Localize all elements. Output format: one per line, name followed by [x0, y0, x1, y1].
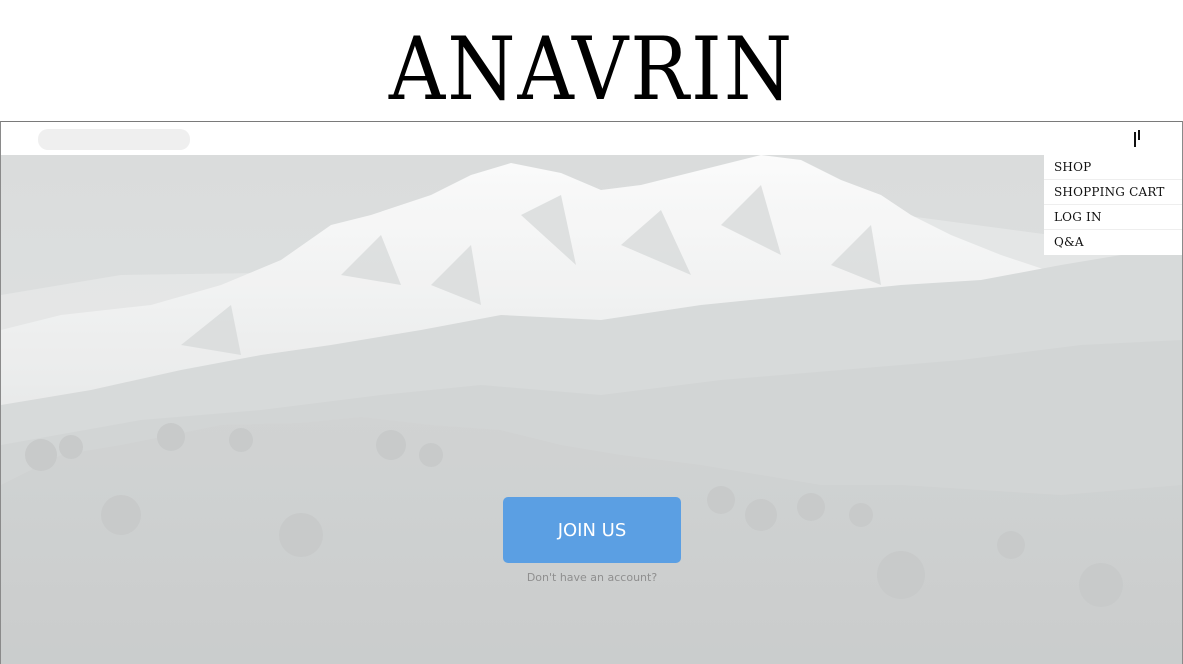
menu-item-log-in[interactable]: LOG IN — [1044, 205, 1182, 230]
search-input[interactable] — [38, 129, 190, 150]
menu-item-qa[interactable]: Q&A — [1044, 230, 1182, 255]
brand-title: ANAVRIN — [388, 19, 795, 120]
hero-image — [1, 155, 1182, 664]
brand-header: ANAVRIN — [0, 0, 1183, 121]
menu-toggle-icon[interactable] — [1131, 127, 1145, 151]
top-bar — [1, 122, 1182, 155]
join-us-button[interactable]: JOIN US — [503, 497, 681, 563]
nav-dropdown: SHOP SHOPPING CART LOG IN Q&A — [1044, 155, 1182, 255]
menu-item-shopping-cart[interactable]: SHOPPING CART — [1044, 180, 1182, 205]
menu-item-shop[interactable]: SHOP — [1044, 155, 1182, 180]
no-account-link[interactable]: Don't have an account? — [470, 571, 714, 587]
